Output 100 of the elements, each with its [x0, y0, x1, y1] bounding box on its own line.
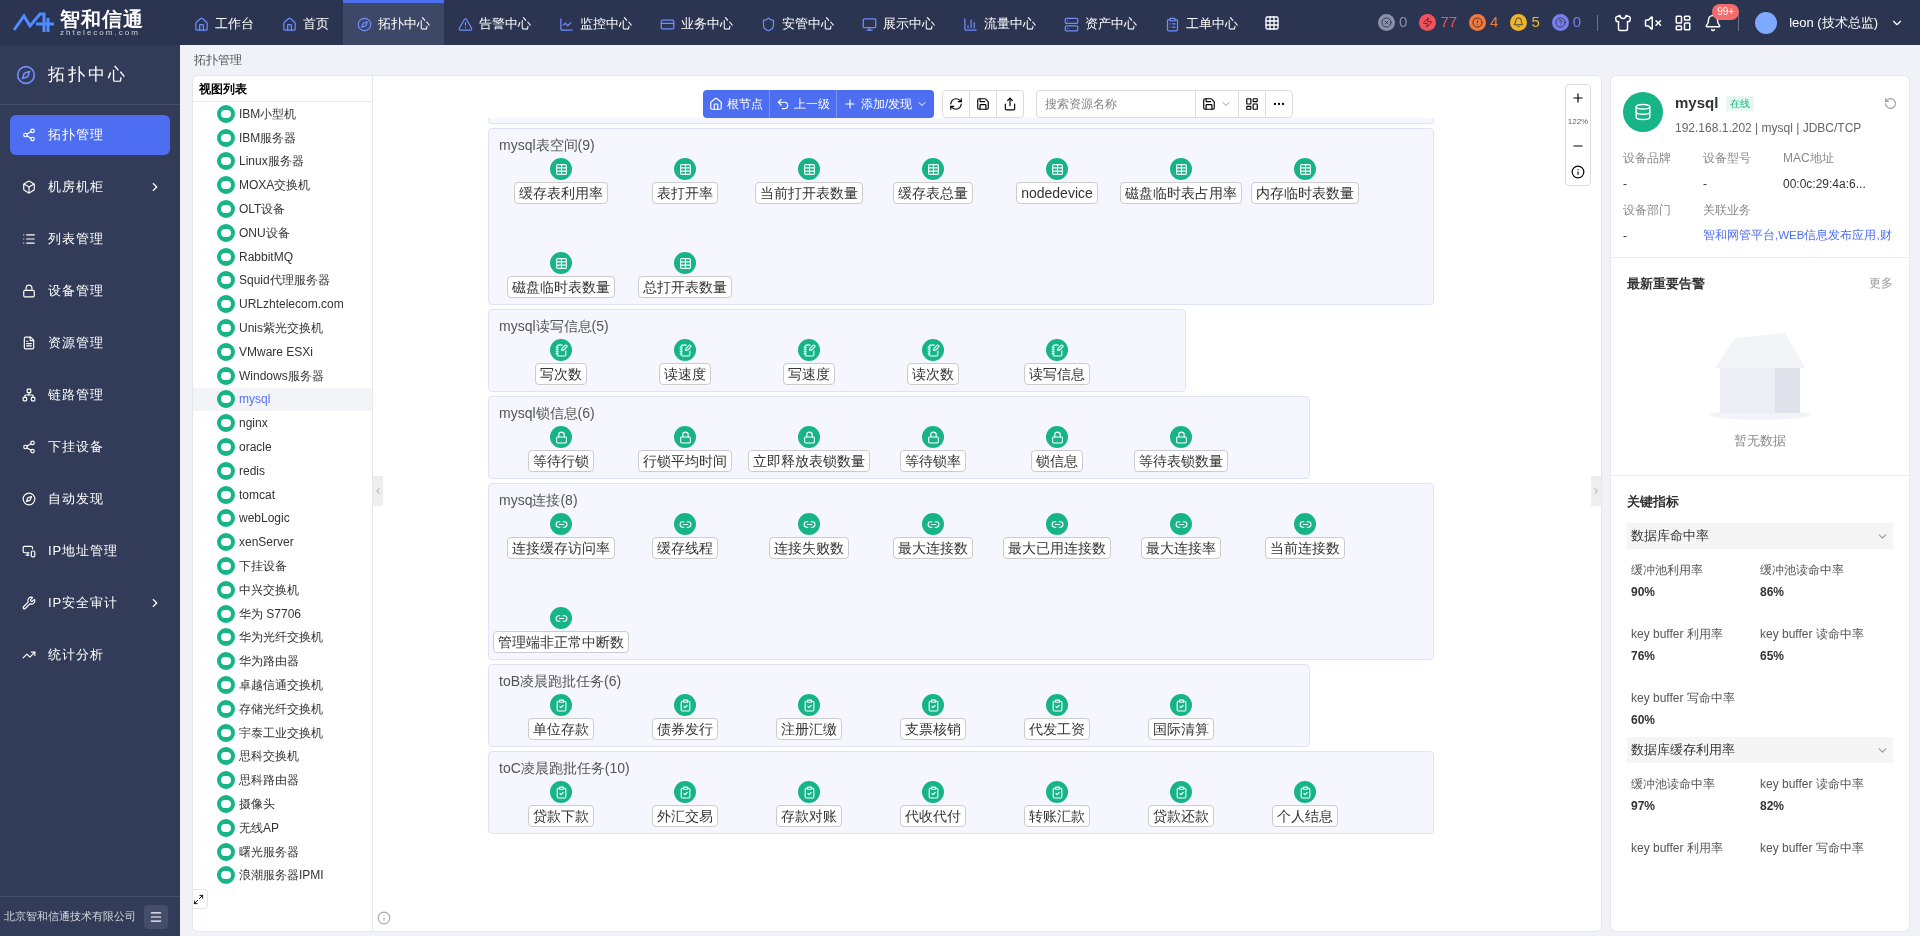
collapse-left-handle[interactable] — [373, 476, 383, 506]
user-name[interactable]: leon (技术总监) — [1789, 12, 1878, 33]
node-label[interactable]: 读次数 — [907, 363, 959, 385]
node-label[interactable]: 贷款下款 — [528, 805, 594, 827]
view-list-item[interactable]: 华为 S7706 — [193, 601, 372, 626]
node-icon[interactable] — [1046, 513, 1068, 535]
theme-shirt-icon[interactable] — [1614, 13, 1633, 32]
node-icon[interactable] — [674, 252, 696, 274]
sidebar-item[interactable]: 机房机柜 — [10, 167, 170, 207]
nav-tab[interactable]: 首页 — [268, 0, 343, 45]
node-icon[interactable] — [550, 426, 572, 448]
node-label[interactable]: 连接失败数 — [769, 537, 849, 559]
view-list-item[interactable]: IBM小型机 — [193, 102, 372, 126]
node-icon[interactable] — [674, 513, 696, 535]
info-icon[interactable] — [377, 911, 391, 925]
sidebar-item[interactable]: 拓扑管理 — [10, 115, 170, 155]
node-label[interactable]: 外汇交易 — [652, 805, 718, 827]
view-list-item[interactable]: MOXA交换机 — [193, 173, 372, 198]
node-label[interactable]: 国际清算 — [1148, 718, 1214, 740]
view-list-item[interactable]: 中兴交换机 — [193, 577, 372, 602]
node-label[interactable]: 等待锁率 — [900, 450, 966, 472]
node-label[interactable]: 写次数 — [535, 363, 587, 385]
alarm-icon[interactable] — [1510, 14, 1528, 31]
nav-tab[interactable]: 告警中心 — [444, 0, 545, 45]
sidebar-item[interactable]: 资源管理 — [10, 323, 170, 363]
node-icon[interactable] — [674, 158, 696, 180]
node-icon[interactable] — [1170, 158, 1192, 180]
saved-views-button[interactable] — [1196, 90, 1239, 118]
toolbar-button[interactable]: 添加/发现 — [837, 90, 935, 118]
node-icon[interactable] — [1170, 513, 1192, 535]
view-list-item[interactable]: oracle — [193, 435, 372, 459]
node-icon[interactable] — [798, 339, 820, 361]
view-list-item[interactable]: xenServer — [193, 530, 372, 555]
node-icon[interactable] — [674, 781, 696, 803]
field-value[interactable]: 智和网管平台,WEB信息发布应用,财 — [1703, 226, 1892, 244]
view-list-item[interactable]: 曙光服务器 — [193, 839, 372, 864]
node-label[interactable]: 立即释放表锁数量 — [748, 450, 870, 472]
node-icon[interactable] — [550, 607, 572, 629]
node-icon[interactable] — [550, 252, 572, 274]
mute-icon[interactable] — [1644, 13, 1663, 32]
node-icon[interactable] — [922, 158, 944, 180]
nav-tab[interactable]: 流量中心 — [949, 0, 1050, 45]
node-label[interactable]: 缓存表利用率 — [514, 182, 608, 204]
nav-tab[interactable]: 资产中心 — [1050, 0, 1151, 45]
view-list-item[interactable]: tomcat — [193, 482, 372, 507]
node-label[interactable]: 内存临时表数量 — [1251, 182, 1359, 204]
node-label[interactable]: 读速度 — [659, 363, 711, 385]
node-icon[interactable] — [674, 339, 696, 361]
view-list-item[interactable]: mysql — [193, 387, 372, 412]
layout-button[interactable] — [1238, 90, 1266, 118]
node-icon[interactable] — [798, 781, 820, 803]
view-list-item[interactable]: 摄像头 — [193, 792, 372, 816]
user-avatar[interactable] — [1755, 11, 1778, 34]
node-label[interactable]: 当前连接数 — [1265, 537, 1345, 559]
notification-icon[interactable] — [1704, 13, 1723, 32]
view-list-item[interactable]: Unis紫光交换机 — [193, 316, 372, 340]
node-label[interactable]: 当前打开表数量 — [755, 182, 863, 204]
node-icon[interactable] — [550, 694, 572, 716]
collapse-menu-icon[interactable] — [144, 904, 168, 929]
node-icon[interactable] — [1170, 694, 1192, 716]
view-list-item[interactable]: redis — [193, 458, 372, 483]
node-icon[interactable] — [1046, 694, 1068, 716]
node-icon[interactable] — [1170, 781, 1192, 803]
node-label[interactable]: 代发工资 — [1024, 718, 1090, 740]
node-label[interactable]: 读写信息 — [1024, 363, 1090, 385]
sidebar-item[interactable]: 设备管理 — [10, 271, 170, 311]
sidebar-item[interactable]: 自动发现 — [10, 479, 170, 519]
node-label[interactable]: 等待表锁数量 — [1134, 450, 1228, 472]
nav-tab[interactable]: 工单中心 — [1151, 0, 1252, 45]
node-label[interactable]: 注册汇缴 — [776, 718, 842, 740]
node-label[interactable]: 个人结息 — [1272, 805, 1338, 827]
node-icon[interactable] — [1046, 426, 1068, 448]
view-list-item[interactable]: VMware ESXi — [193, 339, 372, 364]
sidebar-item[interactable]: IP地址管理 — [10, 531, 170, 571]
view-list-item[interactable]: OLT设备 — [193, 197, 372, 221]
nav-tab[interactable]: 工作台 — [180, 0, 268, 45]
node-icon[interactable] — [1294, 158, 1316, 180]
nav-tab[interactable]: 展示中心 — [848, 0, 949, 45]
view-list-item[interactable]: 华为光纤交换机 — [193, 625, 372, 650]
node-icon[interactable] — [798, 694, 820, 716]
node-label[interactable]: 最大连接数 — [893, 537, 973, 559]
view-list-item[interactable]: 卓越信通交换机 — [193, 673, 372, 697]
node-label[interactable]: 写速度 — [783, 363, 835, 385]
search-field[interactable]: 搜索资源名称 — [1036, 90, 1197, 118]
alarm-icon[interactable] — [1419, 14, 1437, 31]
view-list-item[interactable]: 下挂设备 — [193, 554, 372, 578]
view-list-item[interactable]: webLogic — [193, 506, 372, 531]
nav-tab[interactable]: 拓扑中心 — [343, 0, 444, 45]
node-icon[interactable] — [674, 426, 696, 448]
view-list-item[interactable]: IBM服务器 — [193, 125, 372, 150]
node-label[interactable]: 债券发行 — [652, 718, 718, 740]
view-list-item[interactable]: Linux服务器 — [193, 149, 372, 174]
nav-tab[interactable]: 业务中心 — [646, 0, 747, 45]
node-label[interactable]: 缓存线程 — [652, 537, 718, 559]
node-label[interactable]: 缓存表总量 — [893, 182, 973, 204]
node-icon[interactable] — [550, 339, 572, 361]
view-list-item[interactable]: Windows服务器 — [193, 363, 372, 388]
alarm-icon[interactable] — [1469, 14, 1487, 31]
alarm-icon[interactable] — [1378, 14, 1396, 31]
apps-grid-icon[interactable] — [1264, 14, 1280, 31]
